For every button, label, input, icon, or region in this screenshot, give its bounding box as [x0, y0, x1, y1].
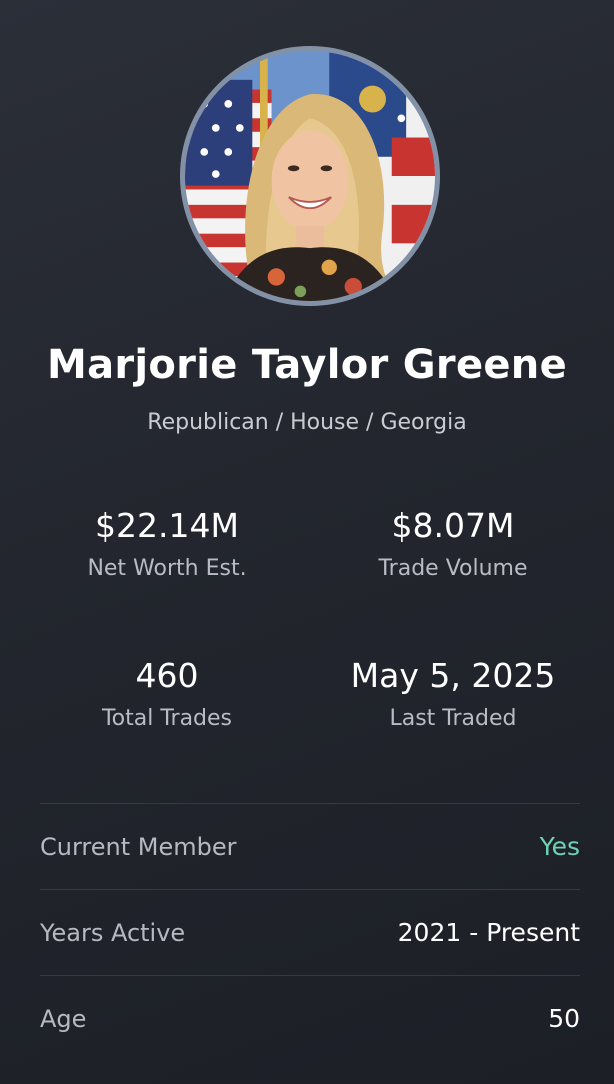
avatar-portrait-image	[185, 51, 435, 301]
detail-label: Current Member	[40, 832, 237, 861]
detail-value: Yes	[539, 832, 580, 861]
member-details-list: Current Member Yes Years Active 2021 - P…	[40, 803, 580, 1061]
stat-last-traded: May 5, 2025 Last Traded	[333, 656, 573, 731]
stat-value: $8.07M	[391, 506, 515, 545]
detail-row-years-active: Years Active 2021 - Present	[40, 889, 580, 975]
stat-label: Total Trades	[101, 706, 233, 731]
stat-total-trades: 460 Total Trades	[47, 656, 287, 731]
stat-net-worth: $22.14M Net Worth Est.	[47, 506, 287, 581]
stat-value: $22.14M	[95, 506, 239, 545]
stat-label: Last Traded	[389, 706, 517, 731]
stat-label: Net Worth Est.	[87, 556, 247, 581]
detail-value: 50	[548, 1004, 580, 1033]
stat-value: May 5, 2025	[350, 656, 556, 695]
detail-row-current-member: Current Member Yes	[40, 803, 580, 889]
stat-label: Trade Volume	[378, 556, 528, 581]
detail-row-age: Age 50	[40, 975, 580, 1061]
member-name: Marjorie Taylor Greene	[46, 342, 568, 388]
detail-value: 2021 - Present	[397, 918, 580, 947]
politician-profile-card: Marjorie Taylor Greene Republican / Hous…	[0, 0, 614, 1084]
detail-label: Age	[40, 1004, 87, 1033]
stat-value: 460	[135, 656, 199, 695]
party-chamber-state: Republican / House / Georgia	[147, 410, 467, 435]
stat-trade-volume: $8.07M Trade Volume	[333, 506, 573, 581]
detail-label: Years Active	[40, 918, 186, 947]
avatar	[180, 46, 440, 306]
